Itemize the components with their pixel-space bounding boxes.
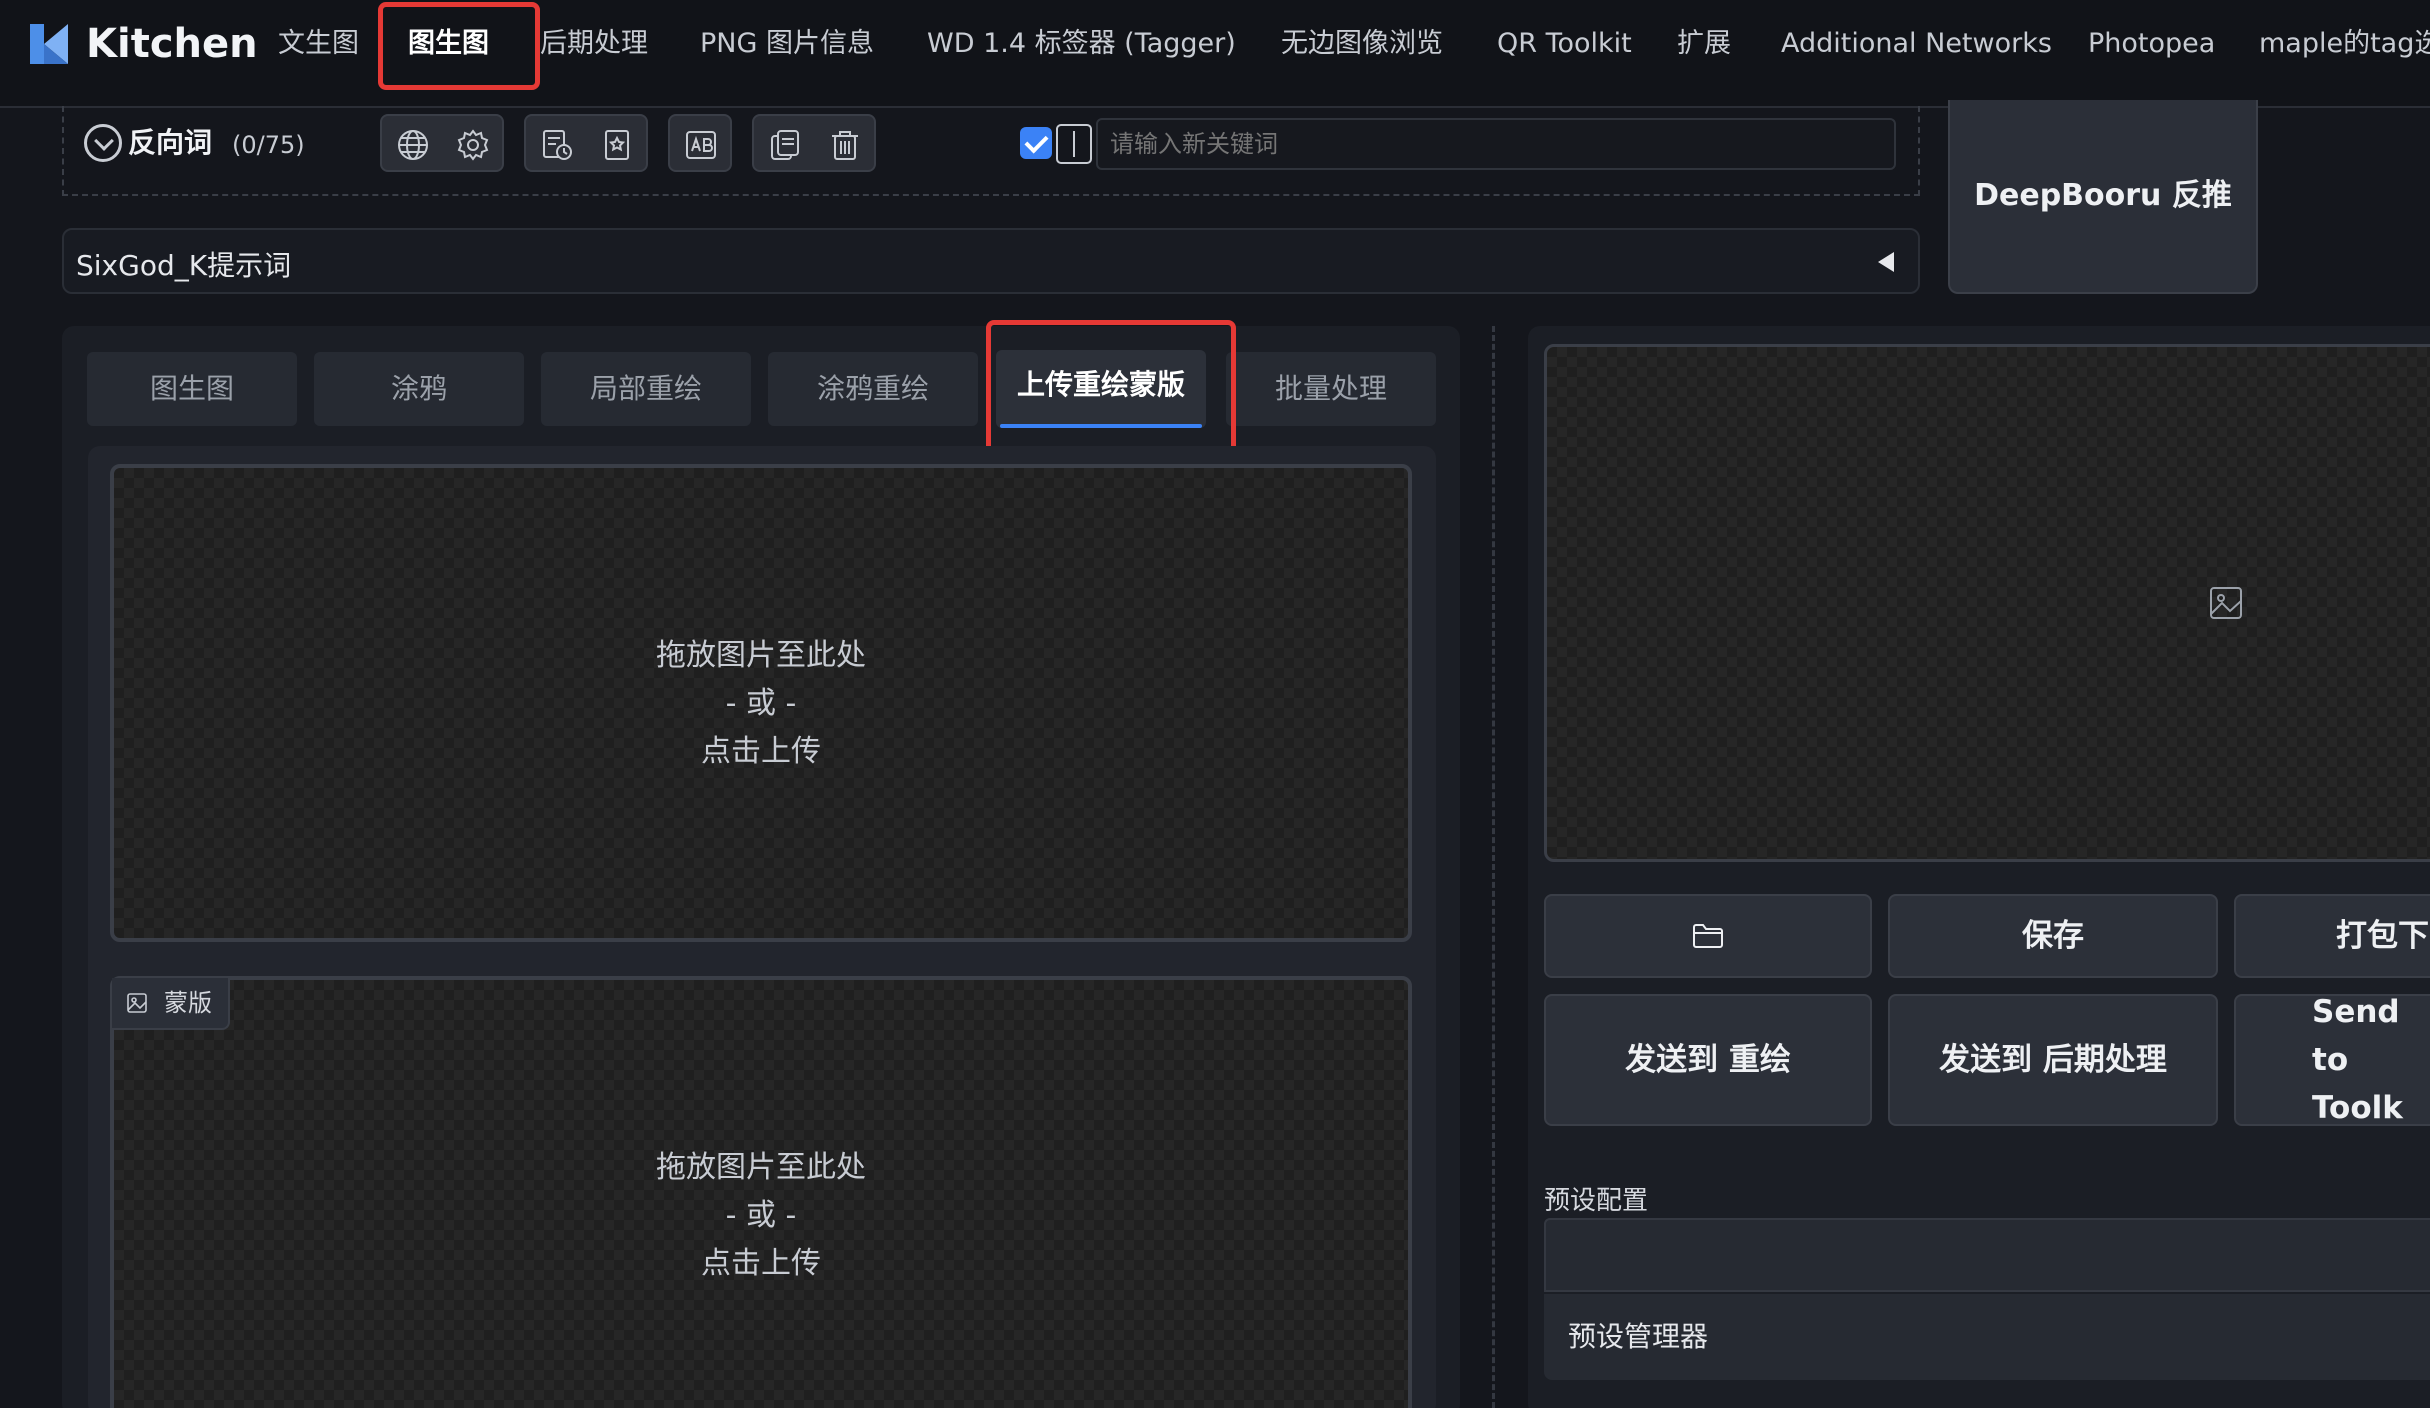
trash-icon[interactable] (828, 128, 862, 162)
preset-config-label: 预设配置 (1544, 1186, 1649, 1216)
subtab-inpaint-sketch[interactable]: 涂鸦重绘 (768, 352, 978, 426)
send-to-inpaint-button[interactable]: 发送到 重绘 (1544, 994, 1872, 1126)
deepbooru-interrogate-button[interactable]: DeepBooru 反推 (1948, 100, 2258, 294)
nav-tab-txt2img[interactable]: 文生图 (278, 22, 359, 66)
mask-dropzone-text-drop: 拖放图片至此处 (656, 1150, 866, 1185)
nav-tab-extras[interactable]: 后期处理 (540, 22, 648, 66)
translate-globe-icon[interactable] (396, 128, 430, 162)
send-to-extras-button[interactable]: 发送到 后期处理 (1888, 994, 2218, 1126)
zip-download-button[interactable]: 打包下 (2234, 894, 2430, 978)
nav-tab-tagger[interactable]: WD 1.4 标签器 (Tagger) (927, 22, 1236, 66)
sixgod-label: SixGod_K提示词 (76, 249, 292, 282)
mask-dropzone-text-click: 点击上传 (701, 1246, 821, 1281)
nav-tab-additional-networks[interactable]: Additional Networks (1781, 22, 2052, 66)
mask-label-tag: 蒙版 (112, 978, 230, 1030)
bookmark-icon[interactable] (600, 128, 634, 162)
subtab-batch[interactable]: 批量处理 (1226, 352, 1436, 426)
token-count: (0/75) (232, 131, 305, 159)
subtab-inpaint[interactable]: 局部重绘 (541, 352, 751, 426)
nav-tab-extensions[interactable]: 扩展 (1677, 22, 1731, 66)
save-button[interactable]: 保存 (1888, 894, 2218, 978)
nav-tab-image-browser[interactable]: 无边图像浏览 (1281, 22, 1443, 66)
app-title: Kitchen (86, 21, 258, 67)
nav-tab-qr-toolkit[interactable]: QR Toolkit (1497, 22, 1632, 66)
ab-replace-icon[interactable] (684, 128, 718, 162)
nav-tab-photopea[interactable]: Photopea (2088, 22, 2215, 66)
nav-tab-png-info[interactable]: PNG 图片信息 (700, 22, 874, 66)
tool-group-2 (524, 114, 648, 172)
mask-dropzone-text-or: - 或 - (725, 1198, 797, 1233)
tool-group-4 (752, 114, 876, 172)
send-to-toolkit-button[interactable]: Send to Toolk (2234, 994, 2430, 1126)
negative-prompt-label: 反向词 (128, 126, 213, 159)
image-placeholder-icon (2208, 585, 2244, 621)
text-cursor-icon (1056, 124, 1092, 164)
highlight-box-img2img (378, 2, 540, 90)
keyword-enable-checkbox[interactable] (1020, 127, 1052, 159)
copy-icon[interactable] (768, 128, 802, 162)
subtab-sketch[interactable]: 涂鸦 (314, 352, 524, 426)
subtab-img2img[interactable]: 图生图 (87, 352, 297, 426)
nav-tab-maple-tag[interactable]: maple的tag选 (2259, 22, 2430, 66)
app-logo[interactable]: Kitchen (28, 18, 258, 70)
dropzone-text-or: - 或 - (725, 686, 797, 721)
preset-config-select[interactable] (1544, 1218, 2430, 1292)
tool-group-1 (380, 114, 504, 172)
mask-dropzone[interactable]: 拖放图片至此处 - 或 - 点击上传 (110, 976, 1412, 1408)
panel-divider (1492, 326, 1495, 1408)
kitchen-logo-icon (28, 22, 72, 66)
preset-manager-accordion[interactable]: 预设管理器 (1544, 1294, 2430, 1380)
collapse-arrow-icon[interactable] (1878, 252, 1894, 272)
image-dropzone[interactable]: 拖放图片至此处 - 或 - 点击上传 (110, 464, 1412, 942)
sixgod-accordion[interactable]: SixGod_K提示词 (62, 228, 1920, 294)
settings-gear-icon[interactable] (456, 128, 490, 162)
tool-group-3 (668, 114, 732, 172)
dropzone-text-click: 点击上传 (701, 734, 821, 769)
top-nav: Kitchen 文生图 图生图 后期处理 PNG 图片信息 WD 1.4 标签器… (0, 0, 2430, 108)
new-keyword-input[interactable] (1096, 118, 1896, 170)
mask-label: 蒙版 (164, 989, 212, 1017)
open-folder-button[interactable] (1544, 894, 1872, 978)
image-icon (127, 993, 147, 1013)
output-image-area (1544, 344, 2430, 862)
collapse-toggle-icon[interactable] (84, 124, 122, 162)
history-list-icon[interactable] (540, 128, 574, 162)
folder-icon (1693, 924, 1723, 948)
dropzone-text-drop: 拖放图片至此处 (656, 638, 866, 673)
